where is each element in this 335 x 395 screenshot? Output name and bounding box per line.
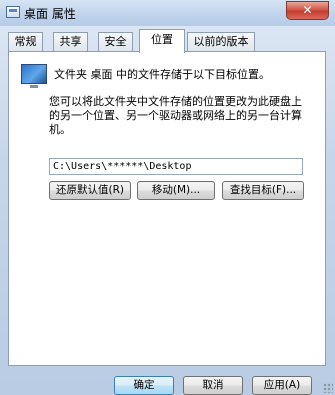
tab-sharing[interactable]: 共享	[53, 32, 88, 52]
apply-button[interactable]: 应用(A)	[252, 376, 312, 395]
find-target-button[interactable]: 查找目标(F)...	[222, 181, 304, 200]
location-description: 您可以将此文件夹中文件存储的位置更改为此硬盘上的另一个位置、另一个驱动器或网络上…	[49, 95, 302, 136]
title-bar: 桌面 属性 ✕	[0, 0, 335, 26]
folder-window-icon	[6, 6, 20, 18]
tab-location[interactable]: 位置	[139, 29, 185, 53]
restore-default-button[interactable]: 还原默认值(R)	[49, 181, 131, 200]
ok-button[interactable]: 确定	[114, 376, 174, 395]
tab-previous-versions[interactable]: 以前的版本	[187, 32, 255, 52]
tab-general[interactable]: 常规	[8, 32, 43, 52]
move-button[interactable]: 移动(M)...	[137, 181, 215, 200]
location-panel: 文件夹 桌面 中的文件存储于以下目标位置。 您可以将此文件夹中文件存储的位置更改…	[8, 51, 326, 366]
tab-security[interactable]: 安全	[98, 32, 133, 52]
close-button[interactable]: ✕	[286, 1, 329, 20]
path-input[interactable]: C:\Users\******\Desktop	[49, 158, 303, 175]
location-header: 文件夹 桌面 中的文件存储于以下目标位置。	[54, 68, 270, 81]
resize-grip[interactable]	[323, 383, 333, 393]
desktop-folder-icon	[21, 64, 47, 88]
properties-window: 桌面 属性 ✕ 常规 共享 安全 位置 以前的版本 文件夹 桌面 中的文件存储于…	[0, 0, 335, 395]
cancel-button[interactable]: 取消	[183, 376, 243, 395]
window-title: 桌面 属性	[24, 7, 76, 21]
